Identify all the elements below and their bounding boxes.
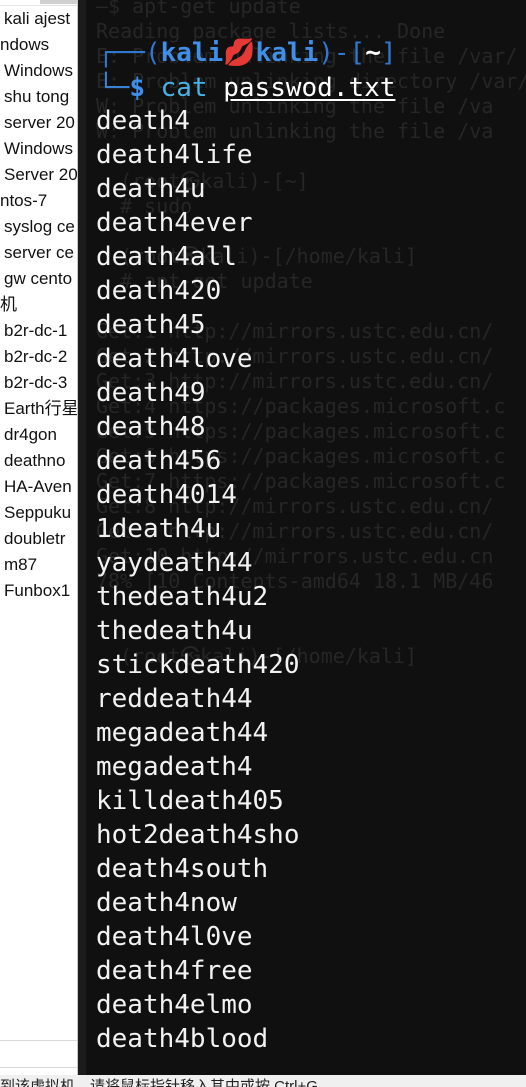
vm-library-sidebar: kali ajest ndows Windows shu tong server… bbox=[0, 0, 78, 1075]
vm-item-b2r-dc-2[interactable]: b2r-dc-2 bbox=[0, 344, 77, 370]
vm-item-seppuku[interactable]: Seppuku bbox=[0, 500, 77, 526]
folder-windows[interactable]: ndows bbox=[0, 32, 77, 58]
output-line: 1death4u bbox=[96, 514, 222, 544]
status-bar: 到该虚拟机，请将鼠标指针移入其中或按 Ctrl+G。 bbox=[0, 1075, 526, 1087]
vm-item-shu-tong[interactable]: shu tong bbox=[0, 84, 77, 110]
prompt-user: kali bbox=[160, 38, 224, 68]
prompt-close-bracket: ] bbox=[380, 38, 397, 68]
prompt-dollar: $ bbox=[129, 73, 145, 103]
output-line: death4life bbox=[96, 140, 253, 170]
vm-item-kali[interactable]: kali ajest bbox=[0, 6, 77, 32]
vm-item-ha-avengers[interactable]: HA-Aven bbox=[0, 474, 77, 500]
output-line: death4all bbox=[96, 242, 237, 272]
vm-item-deathnote[interactable]: deathno bbox=[0, 448, 77, 474]
vm-item-server-1[interactable]: server 20 bbox=[0, 110, 77, 136]
output-line: death4u bbox=[96, 174, 206, 204]
prompt-dir: ~ bbox=[365, 38, 381, 68]
output-line: death45 bbox=[96, 310, 206, 340]
status-hint-text: 到该虚拟机，请将鼠标指针移入其中或按 Ctrl+G。 bbox=[0, 1078, 333, 1087]
output-line: death4ever bbox=[96, 208, 253, 238]
prompt-host: kali bbox=[255, 38, 319, 68]
vm-item-syslog[interactable]: syslog ce bbox=[0, 214, 77, 240]
output-line: death4free bbox=[96, 956, 253, 986]
sidebar-horizontal-scrollbar[interactable] bbox=[0, 1040, 77, 1068]
vm-item-windows-1[interactable]: Windows bbox=[0, 58, 77, 84]
vm-item-gw-centos[interactable]: gw cento bbox=[0, 266, 77, 292]
terminal-screen[interactable]: —$ apt-get update Reading package lists.… bbox=[86, 0, 526, 1075]
output-line: death49 bbox=[96, 378, 206, 408]
prompt-open-paren: ┌──( bbox=[98, 38, 161, 68]
output-line: death4love bbox=[96, 344, 253, 374]
vm-item-b2r-dc-1[interactable]: b2r-dc-1 bbox=[0, 318, 77, 344]
vm-item-dr4gon[interactable]: dr4gon bbox=[0, 422, 77, 448]
output-line: death4014 bbox=[96, 480, 237, 510]
output-line: death4elmo bbox=[96, 990, 253, 1020]
output-line: death48 bbox=[96, 412, 206, 442]
sidebar-splitter[interactable] bbox=[78, 0, 86, 1075]
ghost-line: —$ apt-get update bbox=[96, 0, 301, 18]
command-argument: passwod.txt bbox=[223, 73, 396, 103]
shell-prompt-header: ┌──(kali💋kali)-[~] bbox=[98, 36, 397, 70]
output-line: death4 bbox=[96, 106, 190, 136]
prompt-close-paren: )-[ bbox=[318, 38, 366, 68]
vm-item-funbox1[interactable]: Funbox1 bbox=[0, 578, 77, 604]
output-line: megadeath4 bbox=[96, 752, 253, 782]
vmware-window: kali ajest ndows Windows shu tong server… bbox=[0, 0, 526, 1087]
output-line: stickdeath420 bbox=[96, 650, 300, 680]
command-output: death4 death4life death4u death4ever dea… bbox=[96, 104, 526, 1056]
output-line: thedeath4u2 bbox=[96, 582, 269, 612]
shell-command-line: └─$ cat passwod.txt bbox=[98, 71, 395, 105]
output-line: hot2death4sho bbox=[96, 820, 300, 850]
output-line: reddeath44 bbox=[96, 684, 253, 714]
output-line: yaydeath44 bbox=[96, 548, 253, 578]
vm-item-windows-2[interactable]: Windows bbox=[0, 136, 77, 162]
vm-item-server-2[interactable]: Server 20 bbox=[0, 162, 77, 188]
lips-icon: 💋 bbox=[223, 38, 256, 68]
vm-item-doubletrouble[interactable]: doubletr bbox=[0, 526, 77, 552]
vm-item-m87[interactable]: m87 bbox=[0, 552, 77, 578]
vm-item-server-centos[interactable]: server ce bbox=[0, 240, 77, 266]
output-line: death4l0ve bbox=[96, 922, 253, 952]
vm-item-b2r-dc-3[interactable]: b2r-dc-3 bbox=[0, 370, 77, 396]
output-line: death4south bbox=[96, 854, 269, 884]
output-line: killdeath405 bbox=[96, 786, 284, 816]
folder-centos[interactable]: ntos-7 bbox=[0, 188, 77, 214]
output-line: thedeath4u bbox=[96, 616, 253, 646]
output-line: death4now bbox=[96, 888, 237, 918]
output-line: megadeath44 bbox=[96, 718, 269, 748]
output-line: death420 bbox=[96, 276, 222, 306]
vm-item-earth[interactable]: Earth行星 bbox=[0, 396, 77, 422]
command-name: cat bbox=[160, 73, 208, 103]
output-line: death456 bbox=[96, 446, 222, 476]
prompt-corner: └─ bbox=[98, 73, 130, 103]
folder-targets[interactable]: 机 bbox=[0, 292, 77, 318]
output-line: death4blood bbox=[96, 1024, 269, 1054]
